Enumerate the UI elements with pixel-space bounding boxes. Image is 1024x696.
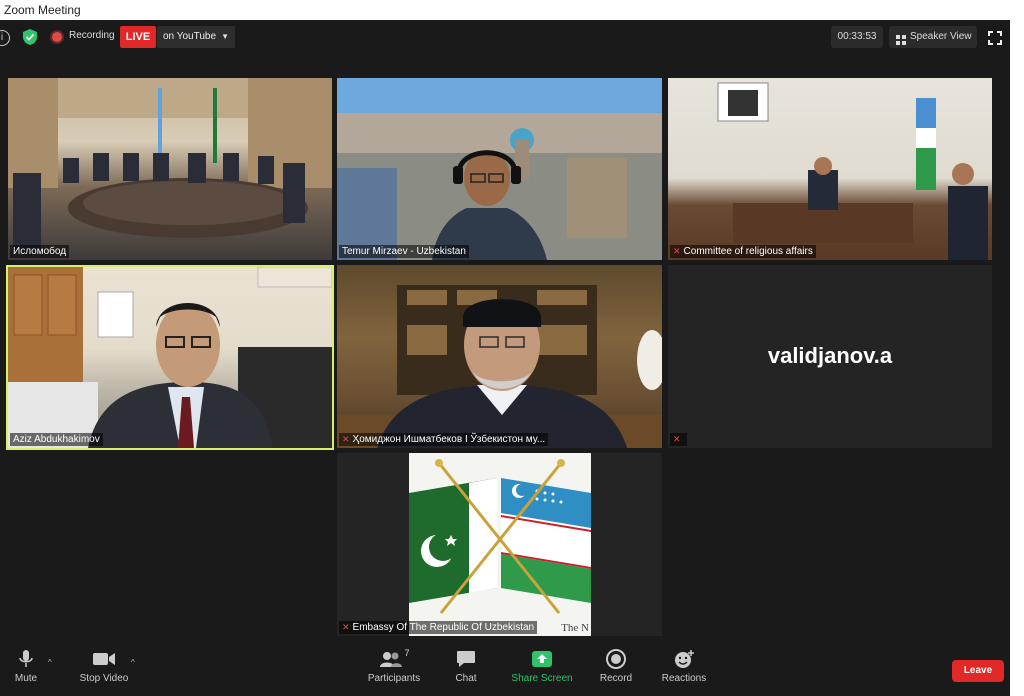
video-tile[interactable]: ✕ Ҳомиджон Ишматбеков I Ўзбекистон му... <box>337 265 662 448</box>
smiley-icon <box>658 646 710 672</box>
mic-muted-icon: ✕ <box>342 434 350 444</box>
video-camera-icon <box>74 646 134 672</box>
participant-name-label: Aziz Abdukhakimov <box>10 433 103 446</box>
participant-name-label: Исломобод <box>10 245 70 258</box>
window-title: Zoom Meeting <box>0 0 1024 20</box>
office-video <box>337 285 662 448</box>
stop-video-button[interactable]: Stop Video <box>74 646 134 684</box>
video-tile[interactable]: Temur Mirzaev - Uzbekistan <box>337 78 662 260</box>
window-edge <box>1010 20 1024 696</box>
conference-room-video <box>8 78 332 253</box>
live-badge: LIVE <box>120 26 156 48</box>
participant-name-label: ✕ Ҳомиджон Ишматбеков I Ўзбекистон му... <box>339 433 549 446</box>
view-toggle-button[interactable]: Speaker View <box>889 26 977 48</box>
mute-button[interactable]: Mute <box>8 646 44 684</box>
participants-button[interactable]: 7 Participants <box>362 646 426 684</box>
participant-name-label: ✕ <box>670 433 687 446</box>
recording-icon <box>52 32 62 42</box>
fullscreen-icon[interactable] <box>988 31 1002 45</box>
mic-muted-icon: ✕ <box>673 246 681 256</box>
microphone-icon <box>8 646 44 672</box>
video-tile[interactable]: ✕ Committee of religious affairs <box>668 78 992 260</box>
view-label: Speaker View <box>910 31 972 42</box>
crossed-flags-image: The N <box>409 453 591 636</box>
participant-name-label: ✕ Embassy Of The Republic Of Uzbekistan <box>339 621 538 634</box>
video-tile-active-speaker[interactable]: Aziz Abdukhakimov <box>6 265 334 450</box>
recording-label[interactable]: Recording <box>69 30 115 41</box>
top-bar: i Recording LIVE on YouTube ▼ 00:33:53 S… <box>0 20 1010 56</box>
chevron-up-icon[interactable]: ^ <box>48 658 52 667</box>
video-tile-no-video[interactable]: validjanov.a ✕ <box>668 265 992 448</box>
reactions-button[interactable]: Reactions <box>658 646 710 684</box>
office-video <box>8 267 332 448</box>
participant-name-label: ✕ Committee of religious affairs <box>670 245 816 258</box>
grid-icon <box>896 32 906 45</box>
chat-bubble-icon <box>448 646 484 672</box>
stream-target-label: on YouTube <box>163 31 217 42</box>
share-screen-icon <box>508 646 576 672</box>
record-button[interactable]: Record <box>596 646 636 684</box>
chat-button[interactable]: Chat <box>448 646 484 684</box>
participants-icon: 7 <box>362 646 426 672</box>
live-stream-dropdown[interactable]: on YouTube ▼ <box>157 26 235 48</box>
caption-fragment: The N <box>561 622 589 634</box>
leave-button[interactable]: Leave <box>952 660 1004 682</box>
participant-name-label: Temur Mirzaev - Uzbekistan <box>339 245 469 258</box>
info-icon[interactable]: i <box>0 30 10 46</box>
mic-muted-icon: ✕ <box>673 434 681 444</box>
office-video <box>717 82 988 260</box>
share-screen-button[interactable]: Share Screen <box>508 646 576 684</box>
meeting-toolbar: Mute ^ Stop Video ^ 7 Participants Chat <box>0 646 1010 696</box>
chevron-up-icon[interactable]: ^ <box>131 658 135 667</box>
participants-count: 7 <box>404 648 410 658</box>
shield-icon[interactable] <box>22 28 38 46</box>
record-icon <box>596 646 636 672</box>
chevron-down-icon: ▼ <box>221 32 229 41</box>
video-tile[interactable]: Исломобод <box>8 78 332 260</box>
mic-muted-icon: ✕ <box>342 622 350 632</box>
meeting-timer: 00:33:53 <box>831 26 883 48</box>
zoom-window: i Recording LIVE on YouTube ▼ 00:33:53 S… <box>0 20 1010 696</box>
participant-display-name: validjanov.a <box>767 343 893 368</box>
virtual-background-video <box>337 78 662 260</box>
video-tile[interactable]: The N ✕ Embassy Of The Republic Of Uzbeki… <box>337 453 662 636</box>
